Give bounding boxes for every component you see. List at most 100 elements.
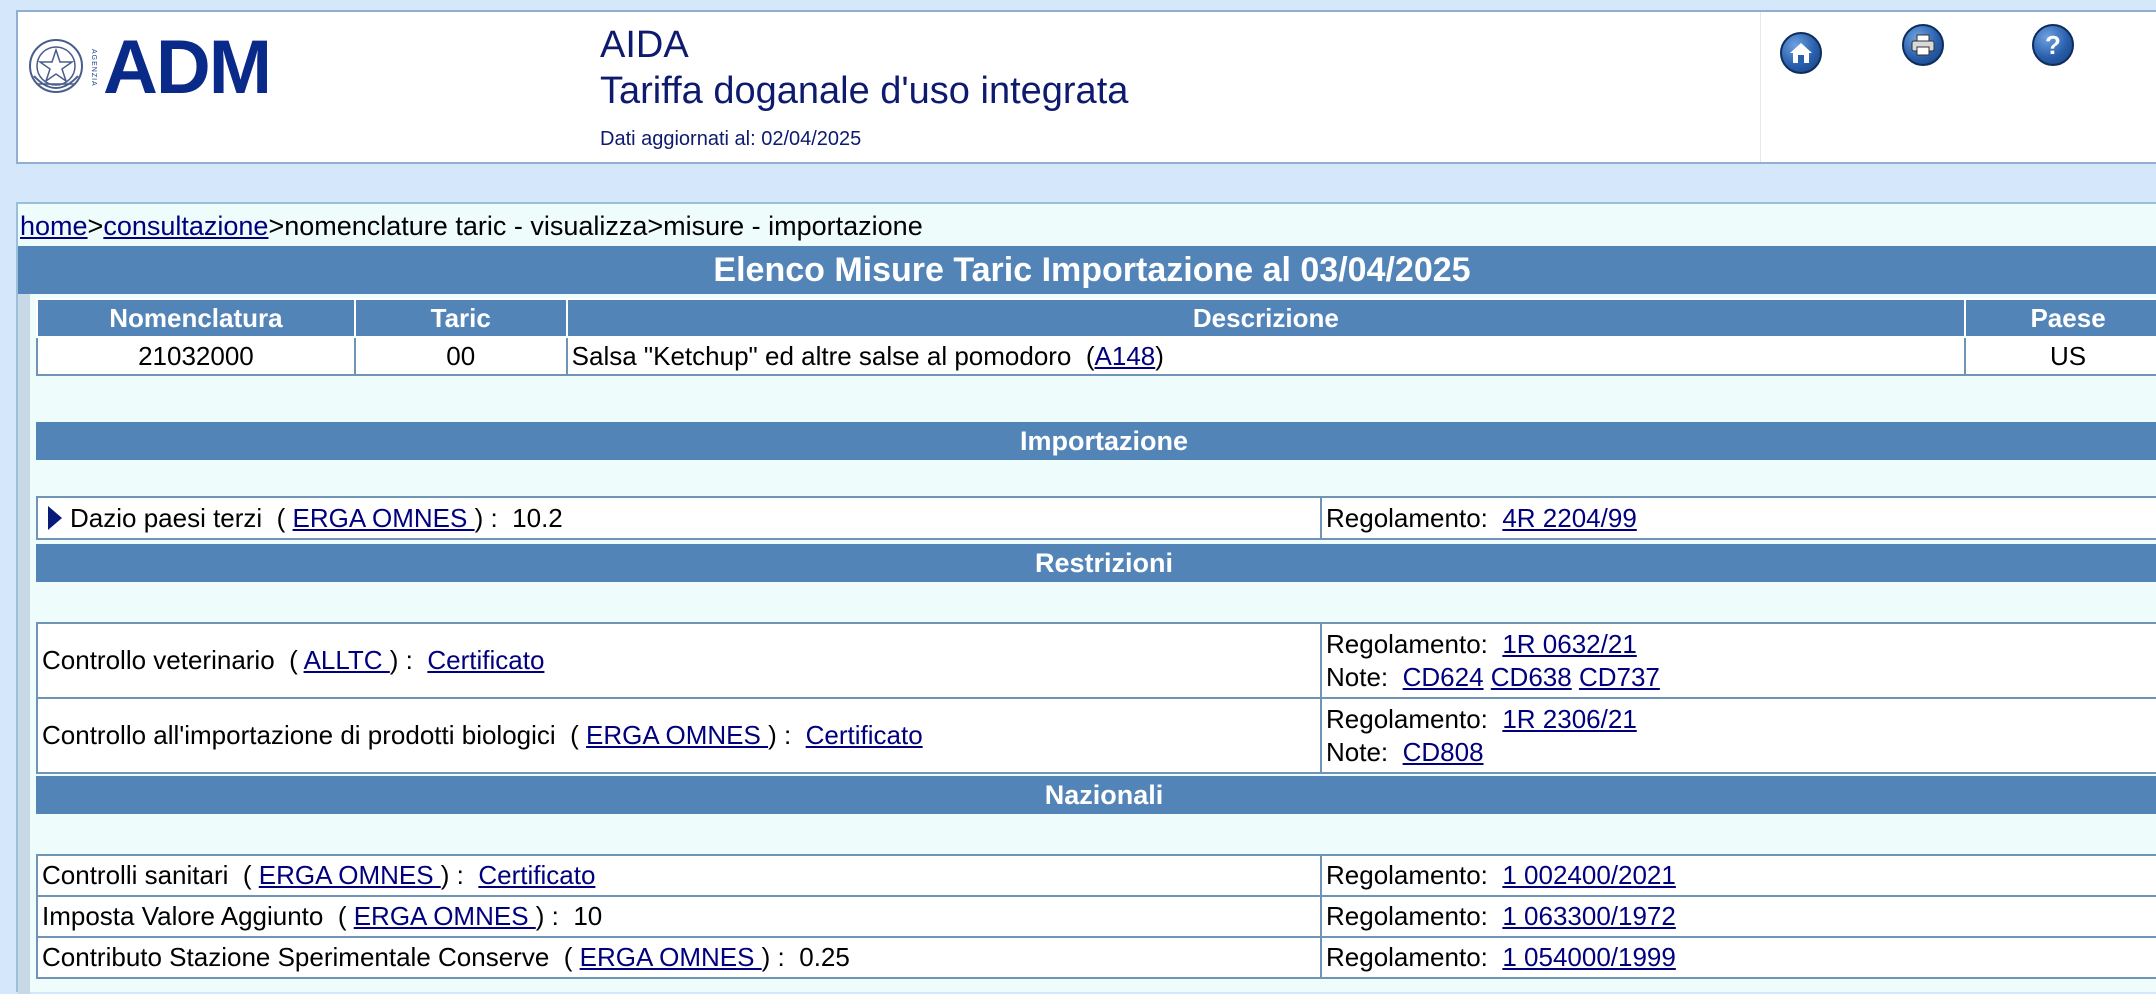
site-header: AGENZIA ADM AIDA Tariffa doganale d'uso … xyxy=(16,10,2156,164)
measure-row: Imposta Valore Aggiunto ( ERGA OMNES ) :… xyxy=(36,895,2156,938)
adm-logo-text: ADM xyxy=(103,25,272,110)
regolamento-label: Regolamento: xyxy=(1326,901,1488,931)
cell-nomenclatura: 21032000 xyxy=(36,336,356,376)
question-mark-icon: ? xyxy=(2045,29,2061,60)
section-nazionali: Nazionali xyxy=(36,776,2156,814)
measure-right-cell: Regolamento: 1 002400/2021 xyxy=(1320,854,2156,897)
expand-triangle-icon[interactable] xyxy=(48,505,62,530)
header-divider xyxy=(1760,12,1761,162)
breadcrumb-home-link[interactable]: home xyxy=(20,211,88,241)
regolamento-link[interactable]: 1R 0632/21 xyxy=(1502,629,1636,659)
measure-name: Controlli sanitari xyxy=(42,860,229,890)
measure-name: Dazio paesi terzi xyxy=(70,502,263,533)
importazione-table-wrap: Dazio paesi terzi ( ERGA OMNES ) : 10.2 … xyxy=(36,496,2156,540)
measure-left-cell: Contributo Stazione Sperimentale Conserv… xyxy=(36,936,1322,979)
breadcrumb-separator: > xyxy=(87,211,104,241)
nomenclature-data-row: 21032000 00 Salsa "Ketchup" ed altre sal… xyxy=(36,336,2156,376)
regolamento-label: Regolamento: xyxy=(1326,860,1488,890)
cell-descrizione: Salsa "Ketchup" ed altre salse al pomodo… xyxy=(565,336,1967,376)
area-link[interactable]: ERGA OMNES xyxy=(580,942,762,972)
regolamento-line: Regolamento: 1R 2306/21 xyxy=(1326,703,2156,736)
regolamento-label: Regolamento: xyxy=(1326,942,1488,972)
breadcrumb-current: >nomenclature taric - visualizza>misure … xyxy=(268,211,923,241)
help-icon[interactable]: ? xyxy=(2032,24,2074,66)
measure-name: Contributo Stazione Sperimentale Conserv… xyxy=(42,942,550,972)
area-link[interactable]: ERGA OMNES xyxy=(354,901,536,931)
regolamento-link[interactable]: 1 063300/1972 xyxy=(1502,901,1676,931)
area-link[interactable]: ALLTC xyxy=(304,645,390,675)
note-label: Note: xyxy=(1326,736,1389,767)
measure-value: 0.25 xyxy=(799,942,850,972)
nazionali-table-wrap: Controlli sanitari ( ERGA OMNES ) : Cert… xyxy=(36,854,2156,979)
measure-left-cell: Controllo veterinario ( ALLTC ) : Certif… xyxy=(36,622,1322,699)
restrizioni-table: Controllo veterinario ( ALLTC ) : Certif… xyxy=(36,622,2156,774)
nomenclature-header-row: Nomenclatura Taric Descrizione Paese xyxy=(36,298,2156,338)
breadcrumb-consultazione-link[interactable]: consultazione xyxy=(103,211,268,241)
footnote-link[interactable]: A148 xyxy=(1095,341,1156,371)
measure-right-cell: Regolamento: 1 063300/1972 xyxy=(1320,895,2156,938)
cell-taric: 00 xyxy=(353,336,568,376)
certificato-link[interactable]: Certificato xyxy=(806,720,923,750)
measure-right-cell: Regolamento: 1R 0632/21 Note: CD624 CD63… xyxy=(1320,622,2156,699)
restrizioni-table-wrap: Controllo veterinario ( ALLTC ) : Certif… xyxy=(36,622,2156,774)
home-glyph-icon xyxy=(1790,43,1812,63)
updated-date: Dati aggiornati al: 02/04/2025 xyxy=(600,128,862,150)
certificato-link[interactable]: Certificato xyxy=(427,645,544,675)
cell-paese: US xyxy=(1964,336,2156,376)
regolamento-label: Regolamento: xyxy=(1326,502,1488,533)
regolamento-link[interactable]: 1R 2306/21 xyxy=(1502,704,1636,734)
measure-row: Dazio paesi terzi ( ERGA OMNES ) : 10.2 … xyxy=(36,496,2156,540)
measure-name: Controllo veterinario xyxy=(42,645,275,675)
measure-row: Contributo Stazione Sperimentale Conserv… xyxy=(36,936,2156,979)
measure-row: Controllo all'importazione di prodotti b… xyxy=(36,697,2156,774)
area-link[interactable]: ERGA OMNES xyxy=(586,720,768,750)
nomenclature-table: Nomenclatura Taric Descrizione Paese 210… xyxy=(36,298,2156,376)
col-header-paese: Paese xyxy=(1964,298,2156,338)
nomenclature-table-wrap: Nomenclatura Taric Descrizione Paese 210… xyxy=(36,298,2156,376)
measure-row: Controllo veterinario ( ALLTC ) : Certif… xyxy=(36,622,2156,699)
col-header-descrizione: Descrizione xyxy=(565,298,1967,338)
measure-right-cell: Regolamento: 4R 2204/99 xyxy=(1320,496,2156,540)
area-link[interactable]: ERGA OMNES xyxy=(293,503,475,533)
regolamento-link[interactable]: 1 054000/1999 xyxy=(1502,942,1676,972)
section-importazione: Importazione xyxy=(36,422,2156,460)
measure-left-cell: Dazio paesi terzi ( ERGA OMNES ) : 10.2 xyxy=(36,496,1322,540)
print-icon[interactable] xyxy=(1902,24,1944,66)
regolamento-label: Regolamento: xyxy=(1326,703,1488,734)
main-panel: home>consultazione>nomenclature taric - … xyxy=(16,202,2156,994)
measure-value: 10 xyxy=(573,901,603,931)
adm-logo[interactable]: AGENZIA ADM xyxy=(26,25,272,110)
regolamento-link[interactable]: 4R 2204/99 xyxy=(1502,503,1636,533)
measure-name: Controllo all'importazione di prodotti b… xyxy=(42,720,556,750)
measure-left-cell: Imposta Valore Aggiunto ( ERGA OMNES ) :… xyxy=(36,895,1322,938)
note-line: Note: CD624 CD638 CD737 xyxy=(1326,661,2156,694)
regolamento-link[interactable]: 1 002400/2021 xyxy=(1502,860,1676,890)
description-text: Salsa "Ketchup" ed altre salse al pomodo… xyxy=(571,340,1072,371)
agenzia-vertical-text: AGENZIA xyxy=(90,49,97,87)
home-icon[interactable] xyxy=(1780,32,1822,74)
measure-right-cell: Regolamento: 1 054000/1999 xyxy=(1320,936,2156,979)
measure-left-cell: Controllo all'importazione di prodotti b… xyxy=(36,697,1322,774)
certificato-link[interactable]: Certificato xyxy=(478,860,595,890)
note-link[interactable]: CD624 xyxy=(1403,662,1484,692)
measure-row: Controlli sanitari ( ERGA OMNES ) : Cert… xyxy=(36,854,2156,897)
measure-right-cell: Regolamento: 1R 2306/21 Note: CD808 xyxy=(1320,697,2156,774)
regolamento-label: Regolamento: xyxy=(1326,628,1488,659)
measure-value: 10.2 xyxy=(512,502,563,533)
printer-glyph-icon xyxy=(1911,34,1935,56)
note-link[interactable]: CD638 xyxy=(1491,662,1572,692)
emblem-icon xyxy=(29,39,83,93)
measure-name: Imposta Valore Aggiunto xyxy=(42,901,324,931)
note-link[interactable]: CD737 xyxy=(1579,662,1660,692)
title-block: AIDA Tariffa doganale d'uso integrata Da… xyxy=(600,22,1128,151)
area-link[interactable]: ERGA OMNES xyxy=(259,860,441,890)
note-label: Note: xyxy=(1326,661,1389,692)
nazionali-table: Controlli sanitari ( ERGA OMNES ) : Cert… xyxy=(36,854,2156,979)
measure-left-cell: Controlli sanitari ( ERGA OMNES ) : Cert… xyxy=(36,854,1322,897)
col-header-taric: Taric xyxy=(353,298,568,338)
note-link[interactable]: CD808 xyxy=(1403,737,1484,767)
left-strip xyxy=(18,294,30,994)
regolamento-line: Regolamento: 1R 0632/21 xyxy=(1326,628,2156,661)
breadcrumb: home>consultazione>nomenclature taric - … xyxy=(20,208,923,244)
note-line: Note: CD808 xyxy=(1326,736,2156,769)
